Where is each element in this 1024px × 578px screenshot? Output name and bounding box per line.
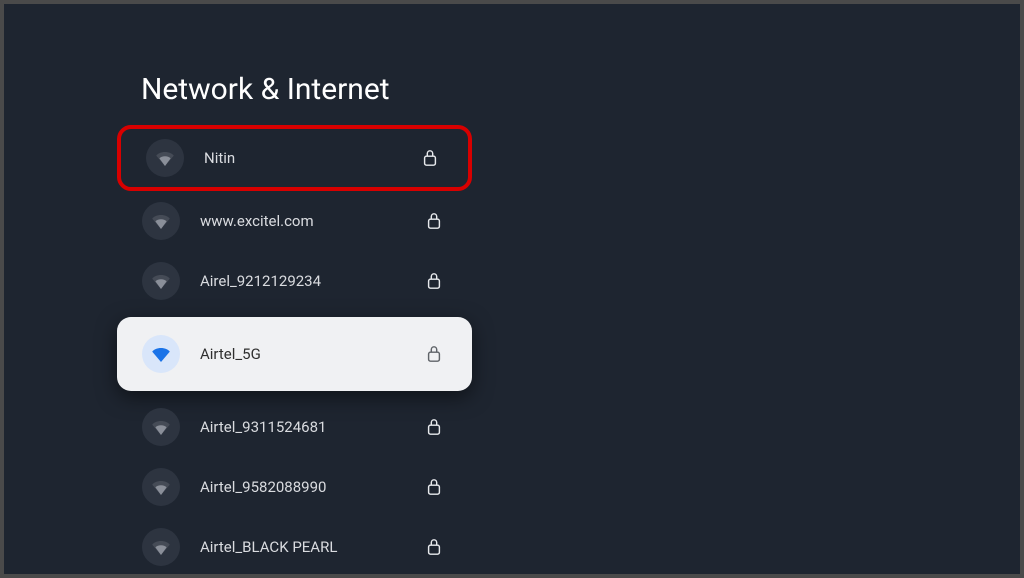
network-item-airtel-5g[interactable]: Airtel_5G <box>117 317 472 391</box>
network-name: Nitin <box>204 149 420 167</box>
wifi-icon <box>142 335 180 373</box>
page-title: Network & Internet <box>141 72 1020 107</box>
network-item-excitel[interactable]: www.excitel.com <box>117 191 472 251</box>
lock-icon <box>424 478 444 496</box>
network-name: www.excitel.com <box>200 212 424 230</box>
network-name: Airel_9212129234 <box>200 272 424 290</box>
wifi-icon <box>146 139 184 177</box>
wifi-icon <box>142 202 180 240</box>
network-name: Airtel_5G <box>200 345 424 363</box>
lock-icon <box>420 149 440 167</box>
network-list: Nitin www.excitel.com Airel_9212129234 A… <box>117 125 472 577</box>
lock-icon <box>424 272 444 290</box>
network-item-airtel-black-pearl[interactable]: Airtel_BLACK PEARL <box>117 517 472 577</box>
network-item-airtel-9582[interactable]: Airtel_9582088990 <box>117 457 472 517</box>
network-name: Airtel_9582088990 <box>200 478 424 496</box>
lock-icon <box>424 345 444 363</box>
wifi-icon <box>142 262 180 300</box>
network-name: Airtel_9311524681 <box>200 418 424 436</box>
wifi-icon <box>142 528 180 566</box>
lock-icon <box>424 212 444 230</box>
network-item-airel-9212[interactable]: Airel_9212129234 <box>117 251 472 311</box>
network-item-nitin[interactable]: Nitin <box>117 125 472 191</box>
wifi-icon <box>142 468 180 506</box>
lock-icon <box>424 538 444 556</box>
network-name: Airtel_BLACK PEARL <box>200 538 424 556</box>
lock-icon <box>424 418 444 436</box>
wifi-icon <box>142 408 180 446</box>
network-item-airtel-9311[interactable]: Airtel_9311524681 <box>117 397 472 457</box>
